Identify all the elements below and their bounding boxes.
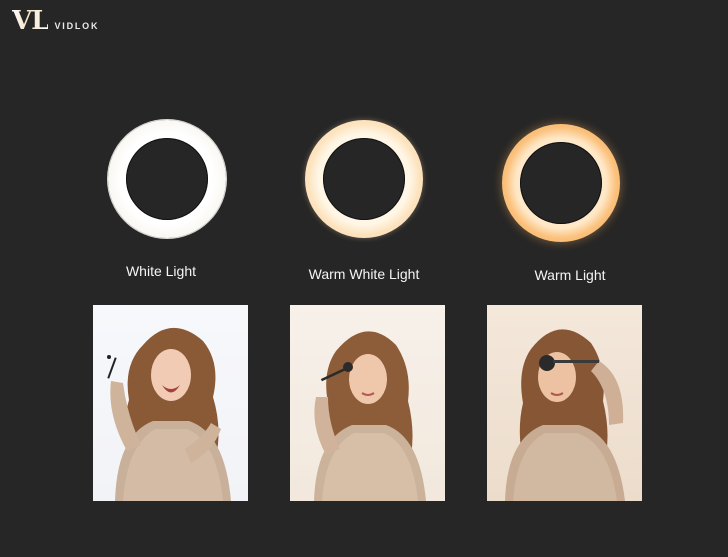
warm-light-ring (502, 124, 620, 242)
warm-light-photo (487, 305, 642, 501)
brand-logo: VL VIDLOK (12, 8, 99, 34)
white-light-ring (108, 120, 226, 238)
white-light-label: White Light (125, 263, 197, 279)
white-light-photo (93, 305, 248, 501)
model-illustration (314, 331, 426, 501)
model-illustration (107, 327, 231, 501)
warm-white-light-label: Warm White Light (308, 266, 420, 282)
model-illustration (505, 329, 625, 501)
logo-wordmark: VIDLOK (54, 21, 100, 31)
warm-white-light-ring (305, 120, 423, 238)
warm-white-light-photo (290, 305, 445, 501)
warm-light-label: Warm Light (534, 267, 606, 283)
logo-mark: VL (12, 6, 49, 36)
